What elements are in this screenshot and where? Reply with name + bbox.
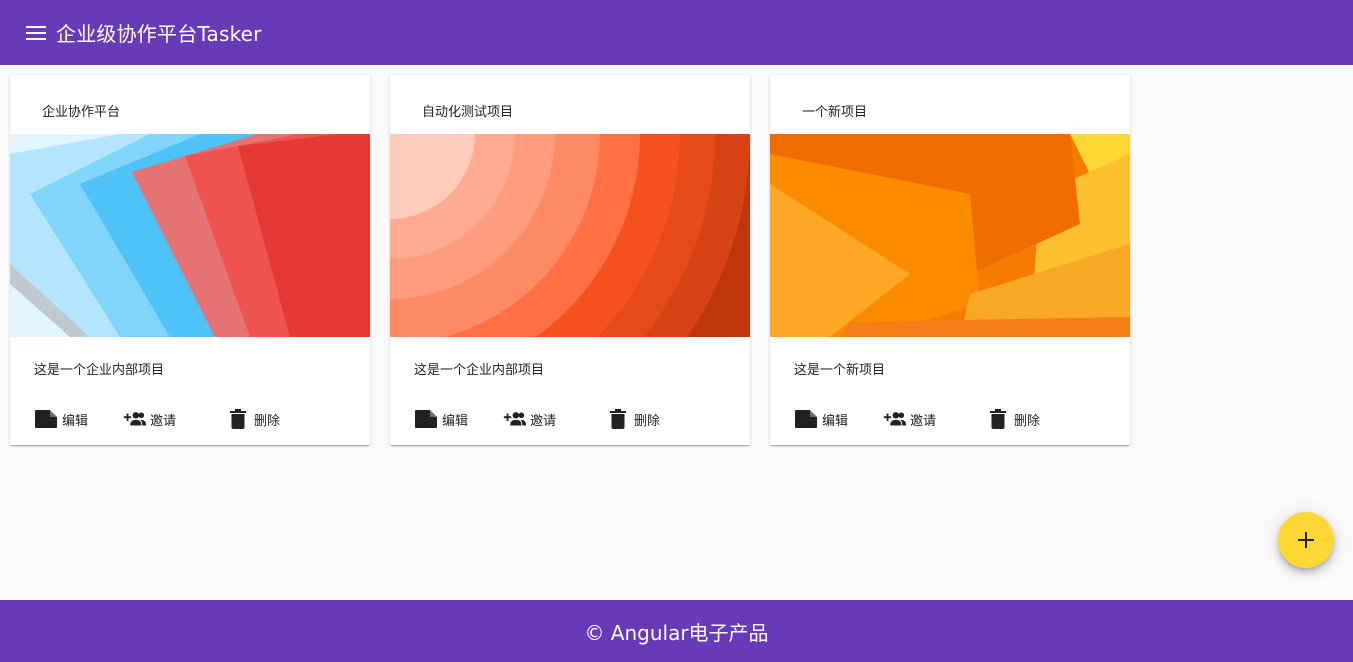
invite-label: 邀请 <box>530 413 557 429</box>
project-description: 这是一个企业内部项目 <box>34 363 165 378</box>
invite-label: 邀请 <box>910 413 937 429</box>
note-icon <box>414 407 438 431</box>
project-cover-image <box>390 134 750 337</box>
invite-label: 邀请 <box>150 413 177 429</box>
delete-button[interactable]: 删除 <box>986 405 1066 433</box>
edit-button[interactable]: 编辑 <box>26 405 122 433</box>
add-project-button[interactable] <box>1278 512 1334 568</box>
invite-button[interactable]: 邀请 <box>122 405 226 433</box>
note-icon <box>34 407 58 431</box>
delete-label: 删除 <box>1014 413 1041 429</box>
project-list: 企业协作平台 这是一个企业内部项目 编辑 邀请 删除 自动化测试项目 这是一个企… <box>10 75 1130 445</box>
project-card[interactable]: 企业协作平台 这是一个企业内部项目 编辑 邀请 删除 <box>10 75 370 445</box>
delete-button[interactable]: 删除 <box>606 405 686 433</box>
card-actions: 编辑 邀请 删除 <box>786 405 1066 433</box>
trash-icon <box>226 407 250 431</box>
project-card[interactable]: 自动化测试项目 这是一个企业内部项目 编辑 邀请 删除 <box>390 75 750 445</box>
project-cover-image <box>770 134 1130 337</box>
add-icon <box>1298 532 1314 548</box>
menu-icon <box>26 25 46 40</box>
edit-button[interactable]: 编辑 <box>406 405 502 433</box>
project-title: 自动化测试项目 <box>422 105 514 120</box>
app-title: 企业级协作平台Tasker <box>56 22 262 46</box>
invite-button[interactable]: 邀请 <box>882 405 986 433</box>
footer: © Angular电子产品 <box>0 600 1353 662</box>
edit-label: 编辑 <box>822 413 849 429</box>
delete-button[interactable]: 删除 <box>226 405 306 433</box>
group-add-icon <box>502 407 526 431</box>
card-actions: 编辑 邀请 删除 <box>26 405 306 433</box>
card-actions: 编辑 邀请 删除 <box>406 405 686 433</box>
edit-button[interactable]: 编辑 <box>786 405 882 433</box>
project-title: 一个新项目 <box>802 105 868 120</box>
delete-label: 删除 <box>254 413 281 429</box>
project-cover-image <box>10 134 370 337</box>
note-icon <box>794 407 818 431</box>
delete-label: 删除 <box>634 413 661 429</box>
project-description: 这是一个企业内部项目 <box>414 363 545 378</box>
top-toolbar: 企业级协作平台Tasker <box>0 0 1353 65</box>
footer-text: © Angular电子产品 <box>584 620 769 645</box>
group-add-icon <box>122 407 146 431</box>
group-add-icon <box>882 407 906 431</box>
project-title: 企业协作平台 <box>42 105 121 120</box>
invite-button[interactable]: 邀请 <box>502 405 606 433</box>
project-description: 这是一个新项目 <box>794 363 886 378</box>
menu-button[interactable] <box>24 21 48 45</box>
edit-label: 编辑 <box>62 413 89 429</box>
trash-icon <box>606 407 630 431</box>
project-card[interactable]: 一个新项目 这是一个新项目 编辑 邀请 删除 <box>770 75 1130 445</box>
trash-icon <box>986 407 1010 431</box>
edit-label: 编辑 <box>442 413 469 429</box>
